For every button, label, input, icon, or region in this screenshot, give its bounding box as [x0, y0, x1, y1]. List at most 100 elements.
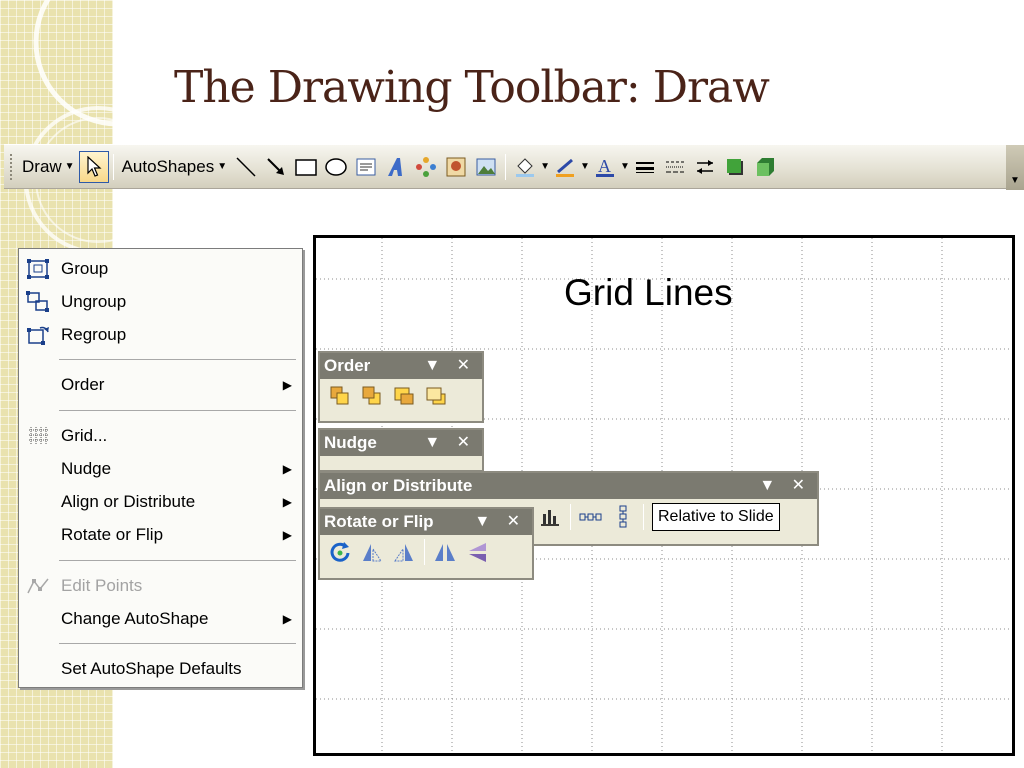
- menu-item-order[interactable]: Order ▶: [19, 370, 302, 400]
- rotate-right-button[interactable]: [391, 539, 417, 565]
- picture-button[interactable]: [473, 154, 499, 180]
- menu-item-label: Regroup: [61, 325, 127, 344]
- text-box-button[interactable]: [353, 154, 379, 180]
- wordart-icon: [388, 157, 403, 176]
- arrow-style-icon: [696, 159, 713, 174]
- toolbar-options-button[interactable]: ▼: [1006, 145, 1024, 190]
- menu-separator: [59, 643, 296, 644]
- menu-item-label: Change AutoShape: [61, 609, 209, 628]
- clip-art-icon: [446, 157, 466, 176]
- submenu-arrow-icon: ▶: [282, 462, 292, 476]
- select-objects-button[interactable]: [78, 150, 109, 183]
- bring-forward-icon: [394, 387, 414, 405]
- toolbar-window-controls[interactable]: ▼ ✕: [474, 511, 526, 531]
- flip-horizontal-button[interactable]: [432, 539, 458, 565]
- submenu-arrow-icon: ▶: [282, 528, 292, 542]
- align-distribute-toolbar-titlebar[interactable]: Align or Distribute ▼ ✕: [320, 473, 817, 499]
- line-button[interactable]: [233, 154, 259, 180]
- menu-item-regroup[interactable]: Regroup: [19, 320, 302, 350]
- toolbar-window-controls[interactable]: ▼ ✕: [424, 355, 476, 375]
- text-box-icon: [356, 158, 376, 175]
- nudge-toolbar: Nudge ▼ ✕: [318, 428, 484, 472]
- align-bottom-button[interactable]: [537, 504, 563, 530]
- distribute-vertically-button[interactable]: [610, 504, 636, 530]
- order-toolbar-titlebar[interactable]: Order ▼ ✕: [320, 353, 482, 379]
- bring-to-front-icon: [330, 386, 349, 405]
- menu-item-ungroup[interactable]: Ungroup: [19, 287, 302, 317]
- toolbar-separator: [424, 539, 425, 565]
- menu-item-group[interactable]: Group: [19, 254, 302, 284]
- bring-to-front-button[interactable]: [327, 383, 353, 409]
- line-icon: [236, 156, 256, 177]
- menu-separator: [59, 359, 296, 360]
- menu-item-label: Rotate or Flip: [61, 525, 164, 544]
- menu-item-nudge[interactable]: Nudge ▶: [19, 454, 302, 484]
- menu-item-label: Set AutoShape Defaults: [61, 659, 242, 678]
- canvas-title: Grid Lines: [564, 272, 733, 313]
- menu-item-label: Ungroup: [61, 292, 127, 311]
- toolbar-window-controls[interactable]: ▼ ✕: [424, 432, 476, 452]
- edit-points-icon: [25, 574, 51, 598]
- toolbar-separator: [112, 153, 114, 180]
- toolbar-separator: [505, 153, 507, 180]
- fill-color-button[interactable]: [512, 154, 538, 180]
- autoshapes-menu-button[interactable]: AutoShapes ▼: [118, 151, 232, 183]
- flip-vertical-button[interactable]: [464, 539, 490, 565]
- draw-menu-label: Draw: [22, 156, 62, 176]
- dash-style-button[interactable]: [662, 154, 688, 180]
- oval-button[interactable]: [323, 154, 349, 180]
- nudge-toolbar-titlebar[interactable]: Nudge ▼ ✕: [320, 430, 482, 456]
- menu-item-grid[interactable]: Grid...: [19, 421, 302, 451]
- flip-vertical-icon: [469, 543, 486, 562]
- toolbar-separator: [643, 504, 644, 530]
- bring-forward-button[interactable]: [391, 383, 417, 409]
- grid-icon: [25, 424, 51, 448]
- arrow-button[interactable]: [263, 154, 289, 180]
- submenu-arrow-icon: ▶: [282, 378, 292, 392]
- picture-icon: [476, 158, 496, 175]
- rotate-left-button[interactable]: [359, 539, 385, 565]
- shadow-style-button[interactable]: [722, 154, 748, 180]
- order-toolbar-title: Order: [324, 356, 371, 375]
- arrow-style-button[interactable]: [692, 154, 718, 180]
- chevron-down-icon: ▼: [217, 161, 228, 172]
- send-to-back-button[interactable]: [359, 383, 385, 409]
- font-color-button[interactable]: A: [592, 154, 618, 180]
- oval-icon: [325, 157, 347, 176]
- relative-to-slide-button[interactable]: Relative to Slide: [652, 503, 780, 531]
- rotate-flip-toolbar-titlebar[interactable]: Rotate or Flip ▼ ✕: [320, 509, 532, 535]
- menu-item-align-or-distribute[interactable]: Align or Distribute ▶: [19, 487, 302, 517]
- free-rotate-button[interactable]: [327, 539, 353, 565]
- rotate-flip-toolbar-body: [320, 535, 532, 569]
- chevron-down-icon[interactable]: ▼: [540, 161, 550, 172]
- 3d-style-icon: [756, 157, 774, 176]
- ungroup-icon: [25, 290, 51, 314]
- draw-menu-button[interactable]: Draw ▼: [18, 151, 79, 183]
- menu-item-rotate-or-flip[interactable]: Rotate or Flip ▶: [19, 520, 302, 550]
- chevron-down-icon: ▼: [1010, 175, 1020, 186]
- line-color-button[interactable]: [552, 154, 578, 180]
- order-toolbar-body: [320, 379, 482, 413]
- toolbar-window-controls[interactable]: ▼ ✕: [759, 475, 811, 495]
- align-bottom-icon: [541, 510, 559, 526]
- nudge-toolbar-title: Nudge: [324, 433, 377, 452]
- clip-art-button[interactable]: [443, 154, 469, 180]
- menu-item-change-autoshape[interactable]: Change AutoShape ▶: [19, 604, 302, 634]
- toolbar-grip[interactable]: [10, 153, 14, 180]
- wordart-button[interactable]: [383, 154, 409, 180]
- distribute-horizontally-button[interactable]: [578, 504, 604, 530]
- 3d-style-button[interactable]: [752, 154, 778, 180]
- toolbar-separator: [570, 504, 571, 530]
- shadow-style-icon: [726, 158, 743, 175]
- diagram-button[interactable]: [413, 154, 439, 180]
- rectangle-button[interactable]: [293, 154, 319, 180]
- menu-item-set-autoshape-defaults[interactable]: Set AutoShape Defaults: [19, 654, 302, 684]
- align-distribute-toolbar-title: Align or Distribute: [324, 476, 473, 495]
- chevron-down-icon[interactable]: ▼: [580, 161, 590, 172]
- line-style-button[interactable]: [632, 154, 658, 180]
- fill-color-icon: [516, 157, 535, 177]
- rotate-right-icon: [394, 544, 413, 562]
- chevron-down-icon[interactable]: ▼: [620, 161, 630, 172]
- diagram-icon: [416, 156, 437, 177]
- send-backward-button[interactable]: [423, 383, 449, 409]
